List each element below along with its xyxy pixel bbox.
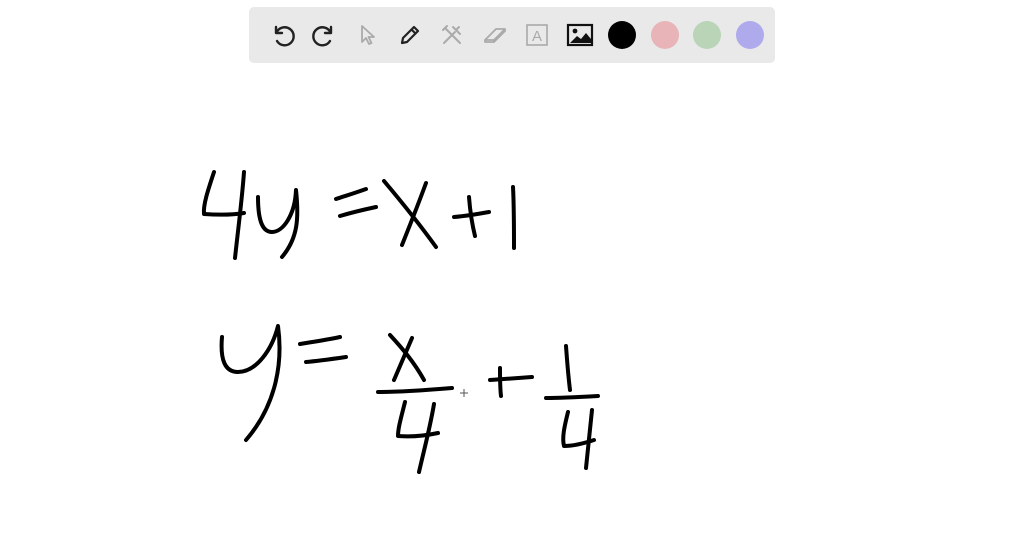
ink-stroke-frac-bar-1 [376, 386, 454, 394]
ink-stroke-y [256, 188, 300, 259]
ink-stroke-plus2-v [498, 366, 503, 398]
crosshair-cursor-icon [460, 389, 468, 397]
ink-stroke-1 [511, 185, 516, 250]
drawing-canvas[interactable]: A [0, 0, 1024, 552]
ink-stroke-denom-4a-stem [417, 402, 436, 474]
ink-stroke-4 [201, 170, 246, 217]
ink-stroke-equals2-top [298, 335, 342, 346]
ink-stroke-x-1 [382, 179, 438, 249]
ink-stroke-numer-1 [564, 344, 572, 392]
ink-stroke-equals-top [334, 187, 368, 201]
ink-stroke-plus2-h [488, 375, 534, 382]
ink-stroke-x-2 [400, 181, 428, 247]
ink-stroke-frac-bar-2 [544, 394, 600, 400]
ink-stroke-y2 [219, 324, 282, 442]
handwriting-layer [201, 170, 600, 474]
ink-stroke-equals2-bottom [304, 355, 348, 364]
ink-stroke-equals-bottom [338, 205, 378, 218]
